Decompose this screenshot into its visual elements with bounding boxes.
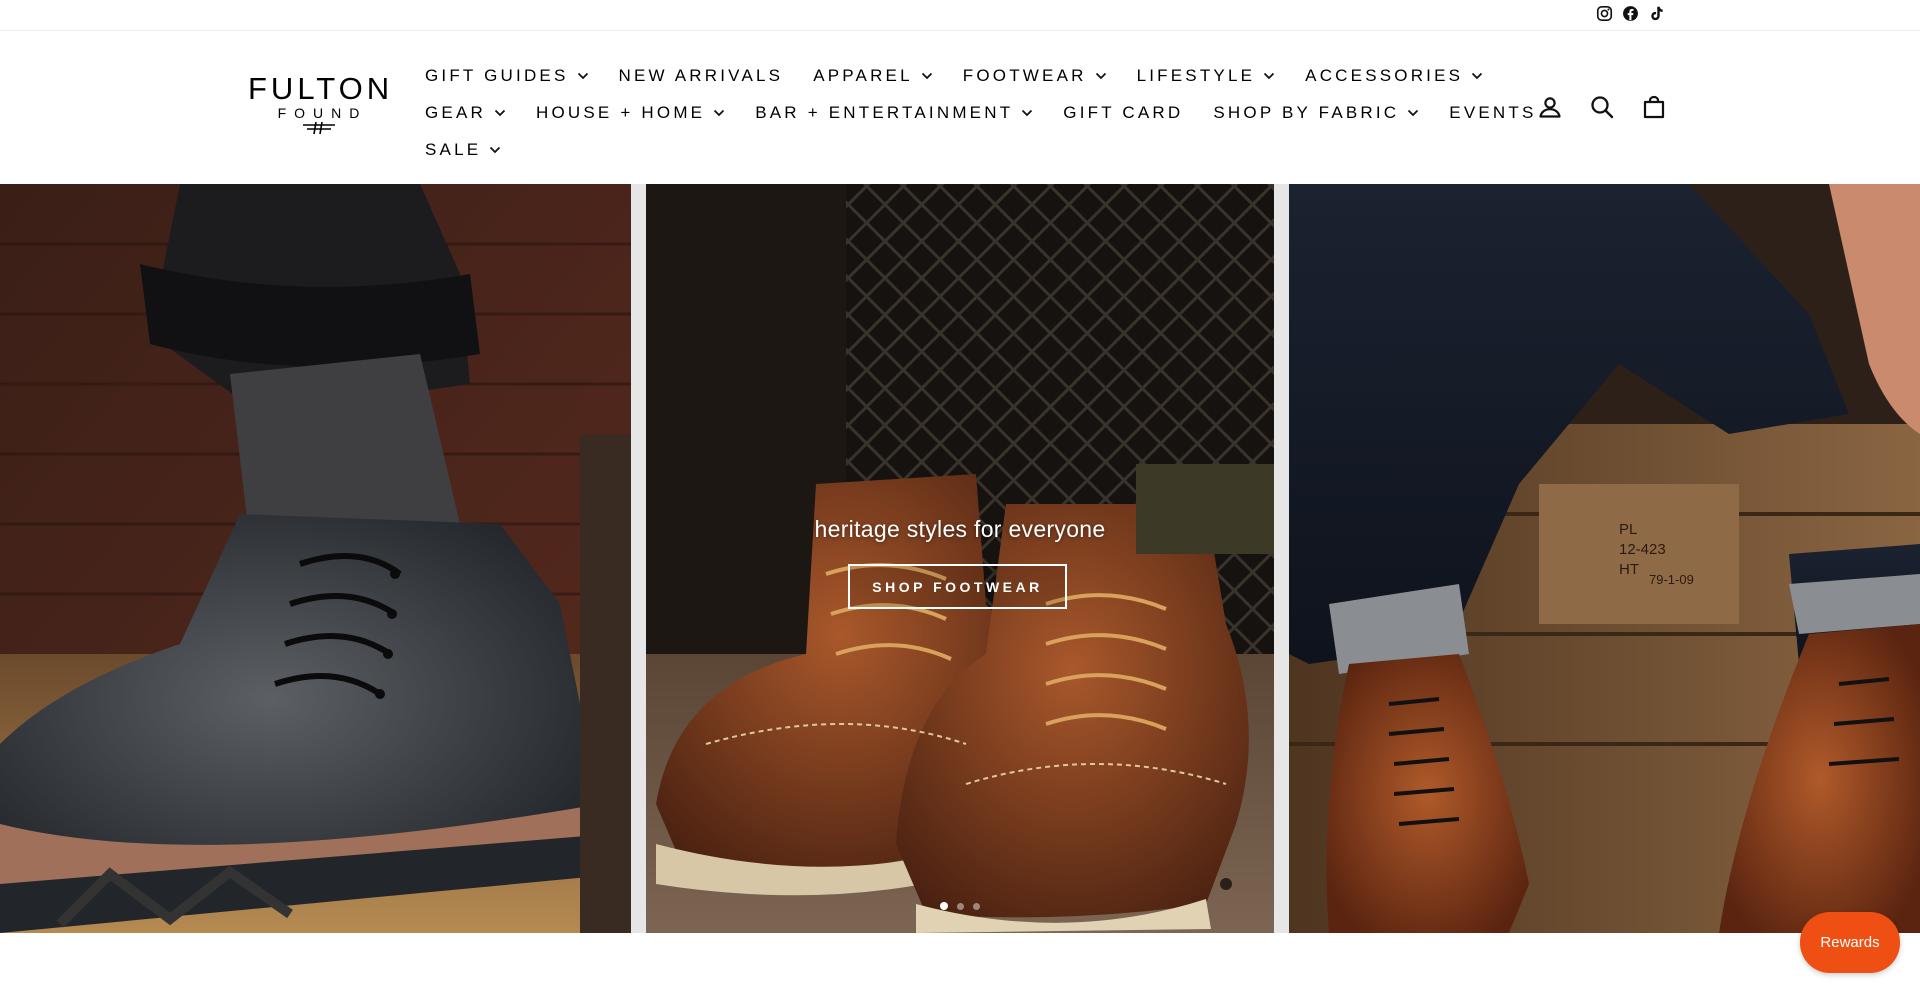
svg-text:12-423: 12-423 [1619,541,1666,558]
chevron-down-icon [577,72,588,79]
nav-item-sale[interactable]: SALE [425,140,501,160]
nav-row-1: GIFT GUIDES NEW ARRIVALS APPAREL FOOTWEAR LI… [425,57,1485,94]
nav-item-shop-by-fabric[interactable]: SHOP BY FABRIC [1213,103,1419,123]
nav-item-footwear[interactable]: FOOTWEAR [963,66,1107,86]
nav-item-label: SALE [425,139,482,159]
main-nav: GIFT GUIDES NEW ARRIVALS APPAREL FOOTWEAR LI… [425,57,1533,168]
nav-item-house-home[interactable]: HOUSE + HOME [536,103,725,123]
slide-dot-3[interactable] [973,902,980,910]
chevron-down-icon [1022,109,1033,116]
nav-item-bar-entertainment[interactable]: BAR + ENTERTAINMENT [755,103,1033,123]
account-icon[interactable] [1538,95,1562,119]
hero-tagline: heritage styles for everyone [814,516,1106,542]
cart-icon[interactable] [1642,95,1666,119]
nav-row-2: GEAR HOUSE + HOME BAR + ENTERTAINMENT GIFT … [425,94,1533,131]
nav-item-label: HOUSE + HOME [535,102,706,122]
nav-item-events[interactable]: EVENTS [1449,103,1536,123]
hero-image-center [646,184,1274,933]
social-bar [0,0,1920,31]
nav-item-new-arrivals[interactable]: NEW ARRIVALS [619,66,784,86]
chevron-down-icon [1264,72,1275,79]
facebook-icon[interactable] [1622,5,1639,22]
site-header: FULTON FOUND GIFT GUIDES NEW ARRIVALS APPA… [0,31,1920,184]
hero-banner[interactable]: PL 12-423 HT 79-1-09 heritage styles for… [0,184,1920,933]
logo-emblem-icon [303,121,335,135]
svg-text:HT: HT [1619,561,1639,578]
nav-item-label: LIFESTYLE [1136,65,1256,85]
nav-item-label: BAR + ENTERTAINMENT [755,102,1014,122]
slide-dot-2[interactable] [957,902,964,910]
nav-row-3: SALE [425,131,1485,168]
nav-item-label: SHOP BY FABRIC [1213,102,1400,122]
chevron-down-icon [1408,109,1419,116]
nav-item-label: EVENTS [1449,102,1537,122]
nav-item-gift-guides[interactable]: GIFT GUIDES [425,66,589,86]
logo-wordmark: FULTON [248,71,394,106]
nav-item-lifestyle[interactable]: LIFESTYLE [1137,66,1276,86]
nav-item-gear[interactable]: GEAR [425,103,506,123]
nav-item-label: FOOTWEAR [962,65,1087,85]
nav-item-label: GEAR [425,102,486,122]
nav-item-label: ACCESSORIES [1305,65,1464,85]
logo-subtext: FOUND [277,105,368,121]
slide-dots [940,902,980,910]
instagram-icon[interactable] [1596,5,1613,22]
nav-item-label: GIFT GUIDES [425,65,569,85]
nav-item-label: APPAREL [813,65,913,85]
search-icon[interactable] [1590,95,1614,119]
slide-dot-1[interactable] [940,902,948,910]
hero-image-right: PL 12-423 HT 79-1-09 [1289,184,1920,933]
chevron-down-icon [714,109,725,116]
shop-footwear-button[interactable]: SHOP FOOTWEAR [848,564,1067,609]
hero-image-left [0,184,631,933]
chevron-down-icon [921,72,932,79]
nav-item-label: GIFT CARD [1063,102,1184,122]
svg-text:79-1-09: 79-1-09 [1649,572,1694,587]
rewards-button[interactable]: Rewards [1800,912,1900,973]
chevron-down-icon [490,146,501,153]
tiktok-icon[interactable] [1648,5,1665,22]
chevron-down-icon [1095,72,1106,79]
nav-item-accessories[interactable]: ACCESSORIES [1305,66,1483,86]
social-links [1596,5,1665,22]
nav-item-label: NEW ARRIVALS [618,65,784,85]
chevron-down-icon [1472,72,1483,79]
nav-item-apparel[interactable]: APPAREL [813,66,933,86]
chevron-down-icon [494,109,506,116]
header-actions [1538,95,1666,119]
site-logo[interactable]: FULTON FOUND [248,73,390,143]
nav-item-gift-card[interactable]: GIFT CARD [1063,103,1183,123]
